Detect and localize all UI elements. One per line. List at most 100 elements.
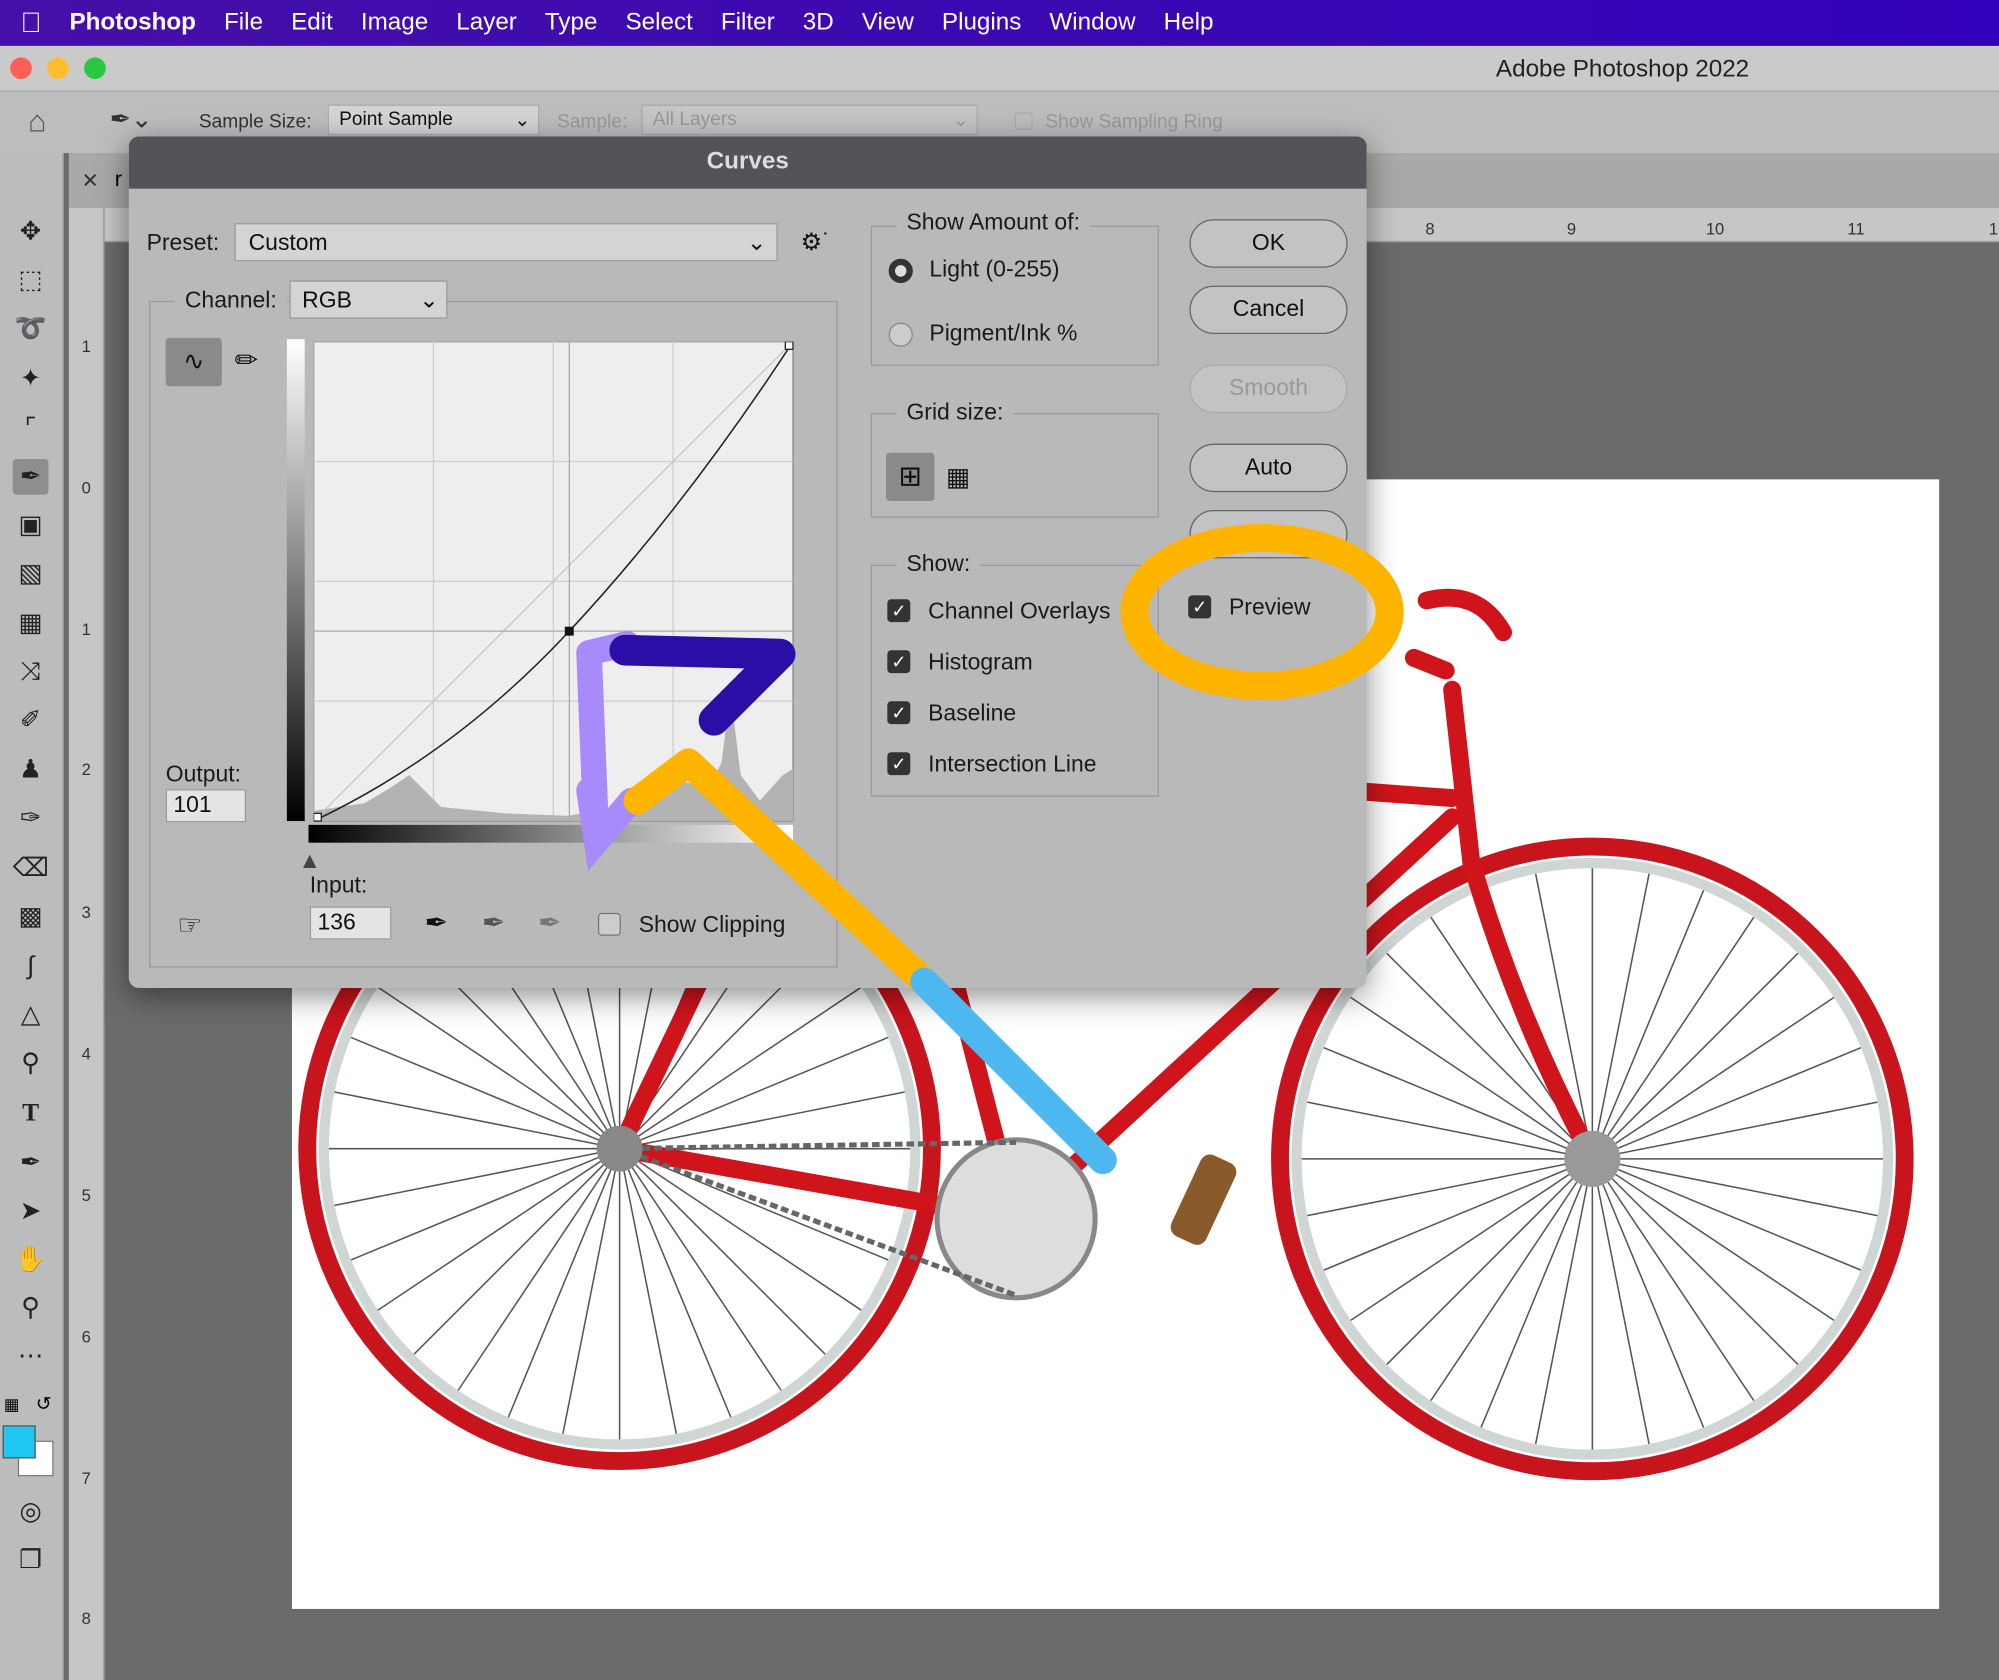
hand-tool-icon[interactable]: ✋ <box>13 1242 49 1278</box>
show-amount-label: Show Amount of: <box>896 209 1091 236</box>
path-selection-tool-icon[interactable]: ➤ <box>13 1193 49 1229</box>
menu-view[interactable]: View <box>848 9 928 37</box>
ruler-label: 3 <box>81 902 91 922</box>
grid-10x10-icon[interactable]: ▦ <box>946 462 970 494</box>
menu-photoshop[interactable]: Photoshop <box>55 9 210 37</box>
close-window-button[interactable] <box>10 57 32 80</box>
default-colors-icon[interactable]: ▦ <box>4 1395 20 1415</box>
curves-graph[interactable] <box>313 341 795 823</box>
menu-select[interactable]: Select <box>611 9 706 37</box>
preset-options-gear-icon[interactable]: ⚙˙ <box>801 228 831 257</box>
gradient-tool-icon[interactable]: ▩ <box>13 899 49 935</box>
healing-brush-tool-icon[interactable]: ▣ <box>13 507 49 543</box>
spoke <box>1591 952 1799 1160</box>
targeted-adjustment-hand-icon[interactable]: ☞ <box>177 909 202 942</box>
close-tab-icon[interactable]: ✕ <box>82 168 99 193</box>
clone-stamp-tool-icon[interactable]: ♟ <box>13 752 49 788</box>
histogram-checkbox[interactable]: ✓ <box>887 650 911 674</box>
menu-filter[interactable]: Filter <box>707 9 789 37</box>
preview-checkbox[interactable]: ✓ <box>1188 595 1212 619</box>
zoom-tool-icon[interactable]: ⚲ <box>13 1290 49 1326</box>
swap-colors-icon[interactable]: ↺ <box>36 1392 52 1415</box>
pencil-draw-tool-icon[interactable]: ✏ <box>235 344 259 377</box>
menu-layer[interactable]: Layer <box>442 9 531 37</box>
black-point-slider[interactable]: ▲ <box>298 848 321 875</box>
smooth-button[interactable]: Smooth <box>1189 364 1348 414</box>
intersection-line-checkbox[interactable]: ✓ <box>887 752 911 776</box>
menu-plugins[interactable]: Plugins <box>928 9 1036 37</box>
patch-tool-icon[interactable]: ▧ <box>13 556 49 592</box>
type-tool-icon[interactable]: T <box>13 1095 49 1131</box>
cancel-button[interactable]: Cancel <box>1189 285 1348 335</box>
sampling-ring-checkbox[interactable] <box>1014 112 1033 131</box>
input-gradient-bar <box>308 824 793 843</box>
eraser-tool-icon[interactable]: ⌫ <box>13 850 49 886</box>
baseline-label: Baseline <box>928 699 1017 726</box>
curve-point-tool-icon[interactable]: ∿ <box>165 337 222 387</box>
spoke <box>1591 1158 1799 1365</box>
lasso-tool-icon[interactable]: ➰ <box>13 311 49 347</box>
apple-icon[interactable]:  <box>0 6 55 39</box>
ruler-label: 10 <box>1705 219 1725 239</box>
preset-select[interactable]: Custom ⌄ <box>234 223 778 262</box>
dodge-tool-icon[interactable]: ⚲ <box>13 1045 49 1081</box>
sample-select[interactable]: All Layers ⌄ <box>641 104 978 136</box>
show-label: Show: <box>896 550 981 578</box>
eyedropper-tool-icon[interactable]: ✒ <box>12 458 49 495</box>
ruler-label: 1 <box>1988 219 1999 239</box>
home-icon[interactable]: ⌂ <box>28 105 46 141</box>
white-point-eyedropper-icon[interactable]: ✒ <box>538 906 562 939</box>
curve-control-point <box>564 626 574 636</box>
grid-4x4-icon[interactable]: ⊞ <box>886 452 935 502</box>
move-tool-icon[interactable]: ✥ <box>13 214 49 250</box>
channel-select[interactable]: RGB ⌄ <box>289 280 448 319</box>
crop-tool-icon[interactable]: ⌜ <box>13 411 49 447</box>
document-tab[interactable]: r <box>115 167 122 192</box>
blur-tool-icon[interactable]: ∫ <box>13 949 49 985</box>
sample-value: All Layers <box>652 108 737 131</box>
input-field[interactable]: 136 <box>309 906 392 940</box>
zoom-window-button[interactable] <box>84 57 106 80</box>
menu-window[interactable]: Window <box>1035 9 1149 37</box>
screen-mode-icon[interactable]: ❐ <box>13 1543 49 1579</box>
menu-file[interactable]: File <box>210 9 277 37</box>
channel-overlays-checkbox[interactable]: ✓ <box>887 599 911 623</box>
ok-button[interactable]: OK <box>1189 219 1348 268</box>
sharpen-tool-icon[interactable]: △ <box>13 997 49 1033</box>
gray-point-eyedropper-icon[interactable]: ✒ <box>482 906 506 939</box>
menu-help[interactable]: Help <box>1150 9 1228 37</box>
ruler-label: 0 <box>81 478 91 498</box>
options-button[interactable] <box>1189 509 1348 559</box>
menu-image[interactable]: Image <box>347 9 442 37</box>
menu-type[interactable]: Type <box>531 9 612 37</box>
eyedropper-tool-preset-icon[interactable]: ✒⌄ <box>110 103 153 135</box>
curve-endpoint <box>313 812 322 822</box>
content-aware-move-icon[interactable]: ⤨ <box>13 654 49 690</box>
channel-value: RGB <box>302 286 352 313</box>
output-field[interactable]: 101 <box>165 789 247 823</box>
sample-size-select[interactable]: Point Sample ⌄ <box>327 104 540 136</box>
black-point-eyedropper-icon[interactable]: ✒ <box>425 906 449 939</box>
spoke <box>1386 1158 1593 1365</box>
more-tools-icon[interactable]: ⋯ <box>13 1339 49 1375</box>
minimize-window-button[interactable] <box>47 57 69 80</box>
auto-button[interactable]: Auto <box>1189 443 1348 493</box>
show-clipping-checkbox[interactable] <box>597 912 621 936</box>
menu-3d[interactable]: 3D <box>789 9 848 37</box>
spoke <box>1323 1158 1593 1271</box>
brush-tool-icon[interactable]: ✐ <box>13 702 49 738</box>
frame-tool-icon[interactable]: ▦ <box>13 606 49 642</box>
output-gradient-bar <box>286 339 305 822</box>
foreground-color-swatch[interactable] <box>2 1425 36 1459</box>
menu-edit[interactable]: Edit <box>277 9 347 37</box>
histogram-label: Histogram <box>928 648 1033 675</box>
magic-wand-tool-icon[interactable]: ✦ <box>13 361 49 397</box>
pen-tool-icon[interactable]: ✒ <box>13 1145 49 1181</box>
baseline-checkbox[interactable]: ✓ <box>887 701 911 725</box>
light-radio[interactable] <box>888 258 913 284</box>
pigment-radio[interactable] <box>888 322 913 347</box>
vertical-ruler <box>68 207 105 1680</box>
quick-mask-icon[interactable]: ◎ <box>13 1494 49 1530</box>
marquee-tool-icon[interactable]: ⬚ <box>13 263 49 299</box>
history-brush-tool-icon[interactable]: ✑ <box>13 801 49 837</box>
